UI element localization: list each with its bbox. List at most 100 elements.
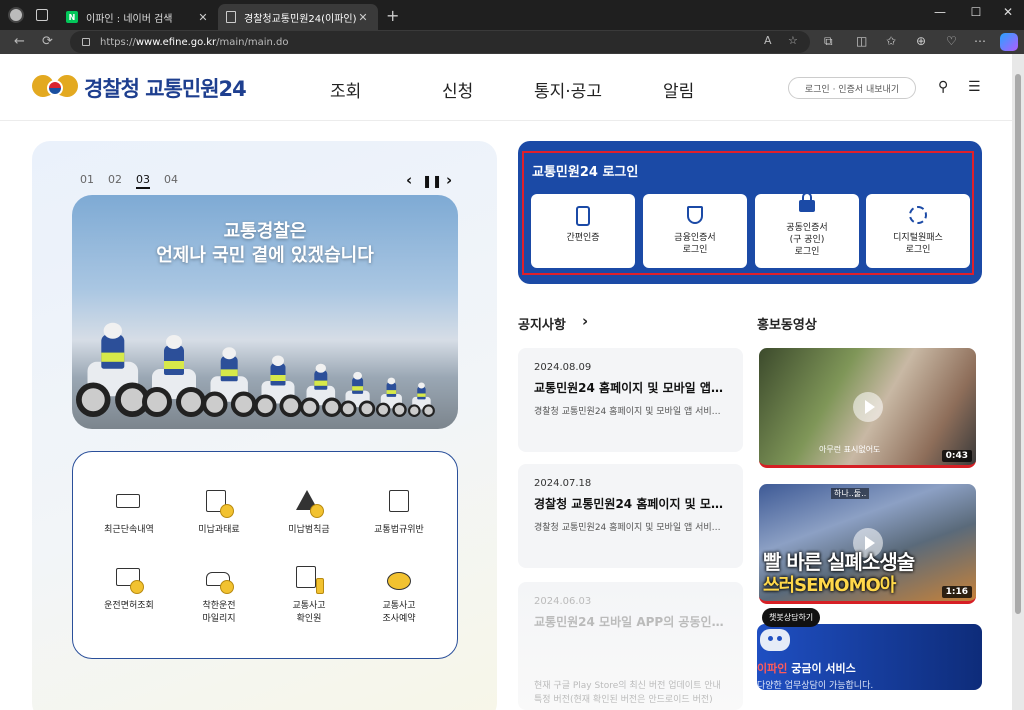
notice-section-title[interactable]: 공지사항 xyxy=(518,314,566,333)
browser-tab-efine[interactable]: 경찰청교통민원24(이파인) ✕ xyxy=(218,4,378,30)
gnb-item-inquiry[interactable]: 조회 xyxy=(330,77,361,102)
browser-tabstrip: N 이파인 : 네이버 검색 ✕ 경찰청교통민원24(이파인) ✕ + — ☐ … xyxy=(0,0,1024,30)
lock-icon xyxy=(799,192,815,212)
chatbot-robot-icon[interactable] xyxy=(760,629,790,651)
close-icon[interactable]: ✕ xyxy=(356,11,370,24)
bill-coin-icon xyxy=(204,488,234,518)
tab-title: 이파인 : 네이버 검색 xyxy=(86,13,173,25)
reload-icon[interactable]: ⟳ xyxy=(42,34,53,49)
digital-onepass-button[interactable]: 디지털원패스 로그인 xyxy=(866,194,970,268)
address-bar[interactable]: https://www.efine.go.kr/main/main.do A ☆ xyxy=(70,31,810,53)
window-close-button[interactable]: ✕ xyxy=(998,5,1018,19)
maximize-button[interactable]: ☐ xyxy=(966,5,986,19)
simple-auth-button[interactable]: 간편인증 xyxy=(531,194,635,268)
favorites-icon[interactable]: ✩ xyxy=(886,34,896,48)
gnb-item-apply[interactable]: 신청 xyxy=(442,77,473,102)
service-label: 교통사고 확인원 xyxy=(292,601,326,624)
new-tab-button[interactable]: + xyxy=(386,6,399,25)
slide-number[interactable]: 04 xyxy=(164,173,178,189)
service-label: 미납과태료 xyxy=(198,525,240,535)
play-icon[interactable] xyxy=(853,392,883,422)
notice-item[interactable]: 2024.07.18 경찰청 교통민원24 홈페이지 및 모바일 앱 안내 경찰… xyxy=(518,464,743,568)
menu-icon[interactable]: ☰ xyxy=(968,79,981,95)
read-aloud-icon[interactable]: A xyxy=(764,34,772,47)
close-icon[interactable]: ✕ xyxy=(196,11,210,24)
notice-more-arrow-icon[interactable]: › xyxy=(582,312,588,330)
service-accident-reservation[interactable]: 교통사고 조사예약 xyxy=(355,564,443,626)
video-subtitle: 아무런 표시없어도 xyxy=(819,445,881,454)
url-prefix: https:// xyxy=(100,36,136,48)
service-unpaid-penalty[interactable]: 미납범칙금 xyxy=(265,488,353,537)
police-motorcycle xyxy=(76,322,150,417)
slide-pause-icon[interactable]: ❚❚ xyxy=(422,174,442,188)
more-icon[interactable]: ⋯ xyxy=(974,34,986,48)
slide-number[interactable]: 02 xyxy=(108,173,122,189)
login-button-label: 금융인증서 로그인 xyxy=(674,233,716,255)
copilot-icon[interactable] xyxy=(1000,33,1018,51)
header-login-button[interactable]: 로그인 · 인증서 내보내기 xyxy=(788,77,916,99)
service-recent-enforcement[interactable]: 최근단속내역 xyxy=(85,488,173,537)
tab-actions-icon[interactable] xyxy=(36,9,48,21)
license-coin-icon xyxy=(114,564,144,594)
notice-item[interactable]: 2024.08.09 교통민원24 홈페이지 및 모바일 앱 서비스 일시 중단… xyxy=(518,348,743,452)
service-traffic-violation[interactable]: 교통법규위반 xyxy=(355,488,443,537)
video-caption: 쓰러SEMOMO아 xyxy=(763,575,896,596)
profile-avatar[interactable] xyxy=(8,7,24,23)
lock-icon[interactable] xyxy=(82,38,90,46)
gnb-item-notice[interactable]: 통지·공고 xyxy=(534,77,602,102)
notice-desc: 특정 버전(현재 확인된 버전은 안드로이드 버전) xyxy=(534,695,713,705)
notice-title: 경찰청 교통민원24 홈페이지 및 모바일 앱 안내 xyxy=(534,497,727,511)
joint-cert-button[interactable]: 공동인증서 (구 공인) 로그인 xyxy=(755,192,859,268)
logo-text: 경찰청 교통민원24 xyxy=(84,77,247,101)
slide-next-icon[interactable]: › xyxy=(446,171,452,189)
banner-headline-2: 언제나 국민 곁에 있겠습니다 xyxy=(156,245,374,266)
service-license-inquiry[interactable]: 운전면허조회 xyxy=(85,564,173,613)
video-duration: 0:43 xyxy=(941,450,972,462)
browser-toolbar: ← ⟳ https://www.efine.go.kr/main/main.do… xyxy=(0,30,1024,54)
camera-icon xyxy=(114,488,144,518)
chatbot-title: 이파인 궁금이 서비스 xyxy=(757,660,856,676)
promo-video-thumbnail[interactable]: 아무런 표시없어도 0:43 xyxy=(759,348,976,468)
promo-video-thumbnail[interactable]: 하나..둘.. 빨 바른 실폐소생술 쓰러SEMOMO아 1:16 xyxy=(759,484,976,604)
extensions-icon[interactable]: ⧉ xyxy=(824,34,833,49)
notice-item[interactable]: 2024.06.03 교통민원24 모바일 APP의 공동인증서 로그인 안내 … xyxy=(518,582,743,710)
service-accident-certificate[interactable]: 교통사고 확인원 xyxy=(265,564,353,626)
browser-essentials-icon[interactable]: ♡ xyxy=(946,34,957,48)
service-good-driving-mileage[interactable]: 착한운전 마일리지 xyxy=(175,564,263,626)
split-screen-icon[interactable]: ◫ xyxy=(856,34,867,48)
site-logo[interactable]: 경찰청 교통민원24 xyxy=(28,71,247,105)
search-icon[interactable]: ⚲ xyxy=(938,79,948,95)
back-icon[interactable]: ← xyxy=(14,34,25,49)
fingerprint-icon xyxy=(909,206,927,224)
car-coin-icon xyxy=(204,564,234,594)
slide-prev-icon[interactable]: ‹ xyxy=(406,171,412,189)
police-motorcycle xyxy=(376,377,407,417)
web-page: 경찰청 교통민원24 조회 신청 통지·공고 알림 로그인 · 인증서 내보내기… xyxy=(0,54,1012,710)
document-pen-icon xyxy=(294,564,324,594)
slide-banner[interactable]: 교통경찰은 언제나 국민 곁에 있겠습니다 xyxy=(72,195,458,429)
notice-title: 교통민원24 모바일 APP의 공동인증서 로그인 안내 xyxy=(534,615,727,629)
slide-number[interactable]: 01 xyxy=(80,173,94,189)
video-tag: 하나..둘.. xyxy=(831,488,870,499)
piggy-icon xyxy=(384,564,414,594)
slide-pagination: 01 02 03 04 xyxy=(80,173,178,189)
gnb-item-alert[interactable]: 알림 xyxy=(663,77,694,102)
tab-title: 경찰청교통민원24(이파인) xyxy=(244,13,356,25)
service-label: 운전면허조회 xyxy=(104,601,154,611)
scrollbar-thumb[interactable] xyxy=(1015,74,1021,614)
financial-cert-button[interactable]: 금융인증서 로그인 xyxy=(643,194,747,268)
video-duration: 1:16 xyxy=(941,586,972,598)
collections-icon[interactable]: ⊕ xyxy=(916,34,926,48)
police-emblem-icon xyxy=(28,71,82,105)
slide-number-active[interactable]: 03 xyxy=(136,173,150,189)
service-unpaid-fine[interactable]: 미납과태료 xyxy=(175,488,263,537)
banner-headline-1: 교통경찰은 xyxy=(223,221,307,242)
video-section-title: 홍보동영상 xyxy=(757,318,817,333)
notice-date: 2024.08.09 xyxy=(534,362,592,373)
browser-tab-naver[interactable]: N 이파인 : 네이버 검색 ✕ xyxy=(58,4,218,30)
favorite-star-icon[interactable]: ☆ xyxy=(788,34,798,47)
minimize-button[interactable]: — xyxy=(930,5,950,19)
notice-desc: 경찰청 교통민원24 홈페이지 및 모바일 앱 서비스 안내 xyxy=(534,407,727,417)
chatbot-tooltip[interactable]: 챗봇상담하기 xyxy=(762,608,821,627)
page-scrollbar[interactable] xyxy=(1012,54,1024,710)
